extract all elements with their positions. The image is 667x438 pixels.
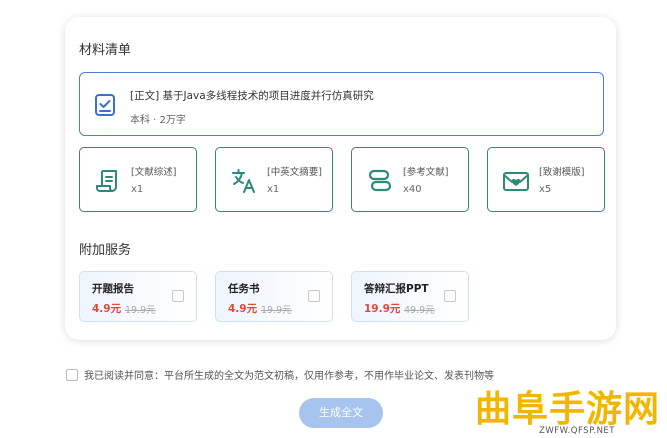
service-name: 答辩汇报PPT bbox=[364, 283, 429, 295]
main-document-title: [正文] 基于Java多线程技术的项目进度并行仿真研究 bbox=[130, 90, 374, 102]
material-count: x1 bbox=[267, 184, 280, 195]
service-price: 4.9元 bbox=[228, 303, 258, 315]
materials-title: 材料清单 bbox=[79, 43, 132, 58]
service-name: 任务书 bbox=[228, 283, 260, 295]
service-checkbox[interactable] bbox=[172, 290, 184, 302]
service-original-price: 49.9元 bbox=[404, 305, 435, 316]
material-label: [中英文摘要] bbox=[267, 167, 322, 178]
translate-icon bbox=[230, 167, 258, 195]
main-document-subtitle: 本科 · 2万字 bbox=[130, 115, 186, 126]
material-count: x5 bbox=[539, 184, 552, 195]
service-item-task-book[interactable]: 任务书 4.9元 19.9元 bbox=[215, 271, 333, 322]
material-item-literature-review[interactable]: [文献综述] x1 bbox=[79, 147, 197, 212]
material-count: x1 bbox=[131, 184, 144, 195]
service-original-price: 19.9元 bbox=[125, 305, 156, 316]
order-card: 材料清单 [正文] 基于Java多线程技术的项目进度并行仿真研究 本科 · 2万… bbox=[65, 17, 616, 340]
service-checkbox[interactable] bbox=[308, 290, 320, 302]
material-item-abstract[interactable]: [中英文摘要] x1 bbox=[215, 147, 333, 212]
agreement-row[interactable]: 我已阅读并同意：平台所生成的全文为范文初稿，仅用作参考，不用作毕业论文、发表刊物… bbox=[66, 367, 494, 382]
service-checkbox[interactable] bbox=[444, 290, 456, 302]
service-name: 开题报告 bbox=[92, 283, 134, 295]
reference-icon bbox=[366, 167, 394, 195]
services-title: 附加服务 bbox=[79, 243, 132, 258]
service-price: 4.9元 bbox=[92, 303, 122, 315]
material-label: [文献综述] bbox=[131, 167, 177, 178]
material-item-acknowledgement[interactable]: [致谢模版] x5 bbox=[487, 147, 605, 212]
material-label: [参考文献] bbox=[403, 167, 449, 178]
scroll-icon bbox=[94, 167, 122, 195]
material-count: x40 bbox=[403, 184, 422, 195]
material-item-references[interactable]: [参考文献] x40 bbox=[351, 147, 469, 212]
heart-envelope-icon bbox=[502, 167, 530, 195]
service-original-price: 19.9元 bbox=[261, 305, 292, 316]
material-label: [致谢模版] bbox=[539, 167, 585, 178]
service-item-proposal[interactable]: 开题报告 4.9元 19.9元 bbox=[79, 271, 197, 322]
service-item-defense-ppt[interactable]: 答辩汇报PPT 19.9元 49.9元 bbox=[351, 271, 469, 322]
agreement-text: 我已阅读并同意：平台所生成的全文为范文初稿，仅用作参考，不用作毕业论文、发表刊物… bbox=[84, 371, 494, 382]
agreement-checkbox[interactable] bbox=[66, 369, 78, 381]
service-price: 19.9元 bbox=[364, 303, 401, 315]
watermark-url: ZWFW.QFSP.NET bbox=[539, 426, 615, 436]
watermark: 曲阜手游网 ZWFW.QFSP.NET bbox=[457, 380, 667, 438]
main-document-item[interactable]: [正文] 基于Java多线程技术的项目进度并行仿真研究 本科 · 2万字 bbox=[79, 72, 604, 136]
watermark-text: 曲阜手游网 bbox=[475, 388, 661, 430]
document-check-icon bbox=[93, 93, 117, 117]
generate-fulltext-button[interactable]: 生成全文 bbox=[299, 398, 383, 428]
